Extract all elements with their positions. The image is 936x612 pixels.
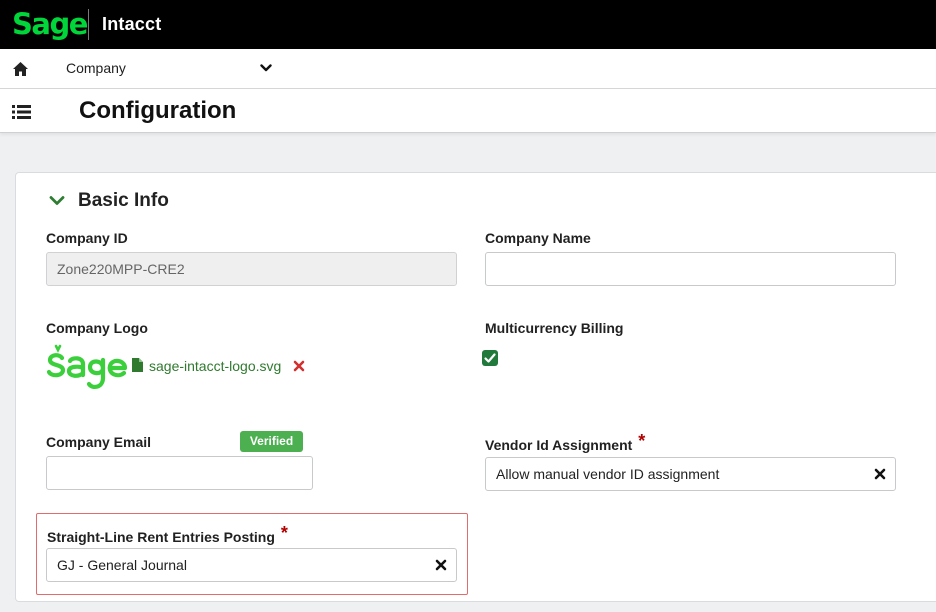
company-bar: Company xyxy=(0,49,936,89)
page-title: Configuration xyxy=(79,97,237,124)
verified-badge: Verified xyxy=(240,431,303,452)
home-icon[interactable] xyxy=(12,61,29,77)
multicurrency-checkbox[interactable] xyxy=(482,350,498,366)
product-name: Intacct xyxy=(102,14,162,34)
multicurrency-label: Multicurrency Billing xyxy=(485,320,624,336)
chevron-down-icon[interactable] xyxy=(49,195,65,207)
straight-line-select[interactable]: GJ - General Journal xyxy=(46,548,457,582)
required-marker: * xyxy=(280,523,288,543)
vendor-id-label-text: Vendor Id Assignment xyxy=(485,437,633,453)
section-title[interactable]: Basic Info xyxy=(78,190,169,212)
company-logo-label: Company Logo xyxy=(46,320,148,336)
company-id-label: Company ID xyxy=(46,230,128,246)
straight-line-value: GJ - General Journal xyxy=(57,557,187,573)
menu-icon[interactable] xyxy=(12,104,31,120)
chevron-down-icon[interactable] xyxy=(260,62,272,74)
vendor-id-label: Vendor Id Assignment * xyxy=(485,431,646,455)
top-bar: Sage Intacct xyxy=(0,0,936,49)
clear-icon[interactable] xyxy=(874,468,886,480)
company-email-field[interactable] xyxy=(46,456,313,490)
page-header: Configuration xyxy=(0,89,936,133)
straight-line-label-text: Straight-Line Rent Entries Posting xyxy=(47,529,275,545)
company-email-label: Company Email xyxy=(46,434,152,450)
sage-logo[interactable]: Sage xyxy=(12,8,88,40)
topbar-divider xyxy=(88,9,89,40)
company-logo-image xyxy=(46,344,128,390)
vendor-id-value: Allow manual vendor ID assignment xyxy=(496,466,720,482)
file-icon xyxy=(132,358,143,372)
straight-line-label: Straight-Line Rent Entries Posting * xyxy=(47,523,288,547)
company-name-label: Company Name xyxy=(485,230,591,246)
company-id-field: Zone220MPP-CRE2 xyxy=(46,252,457,286)
logo-file-link[interactable]: sage-intacct-logo.svg xyxy=(149,358,281,374)
vendor-id-select[interactable]: Allow manual vendor ID assignment xyxy=(485,457,896,491)
remove-icon[interactable] xyxy=(293,360,305,372)
company-select[interactable]: Company xyxy=(66,60,126,76)
company-name-field[interactable] xyxy=(485,252,896,286)
clear-icon[interactable] xyxy=(435,559,447,571)
required-marker: * xyxy=(638,431,646,451)
checkmark-icon xyxy=(484,353,496,363)
